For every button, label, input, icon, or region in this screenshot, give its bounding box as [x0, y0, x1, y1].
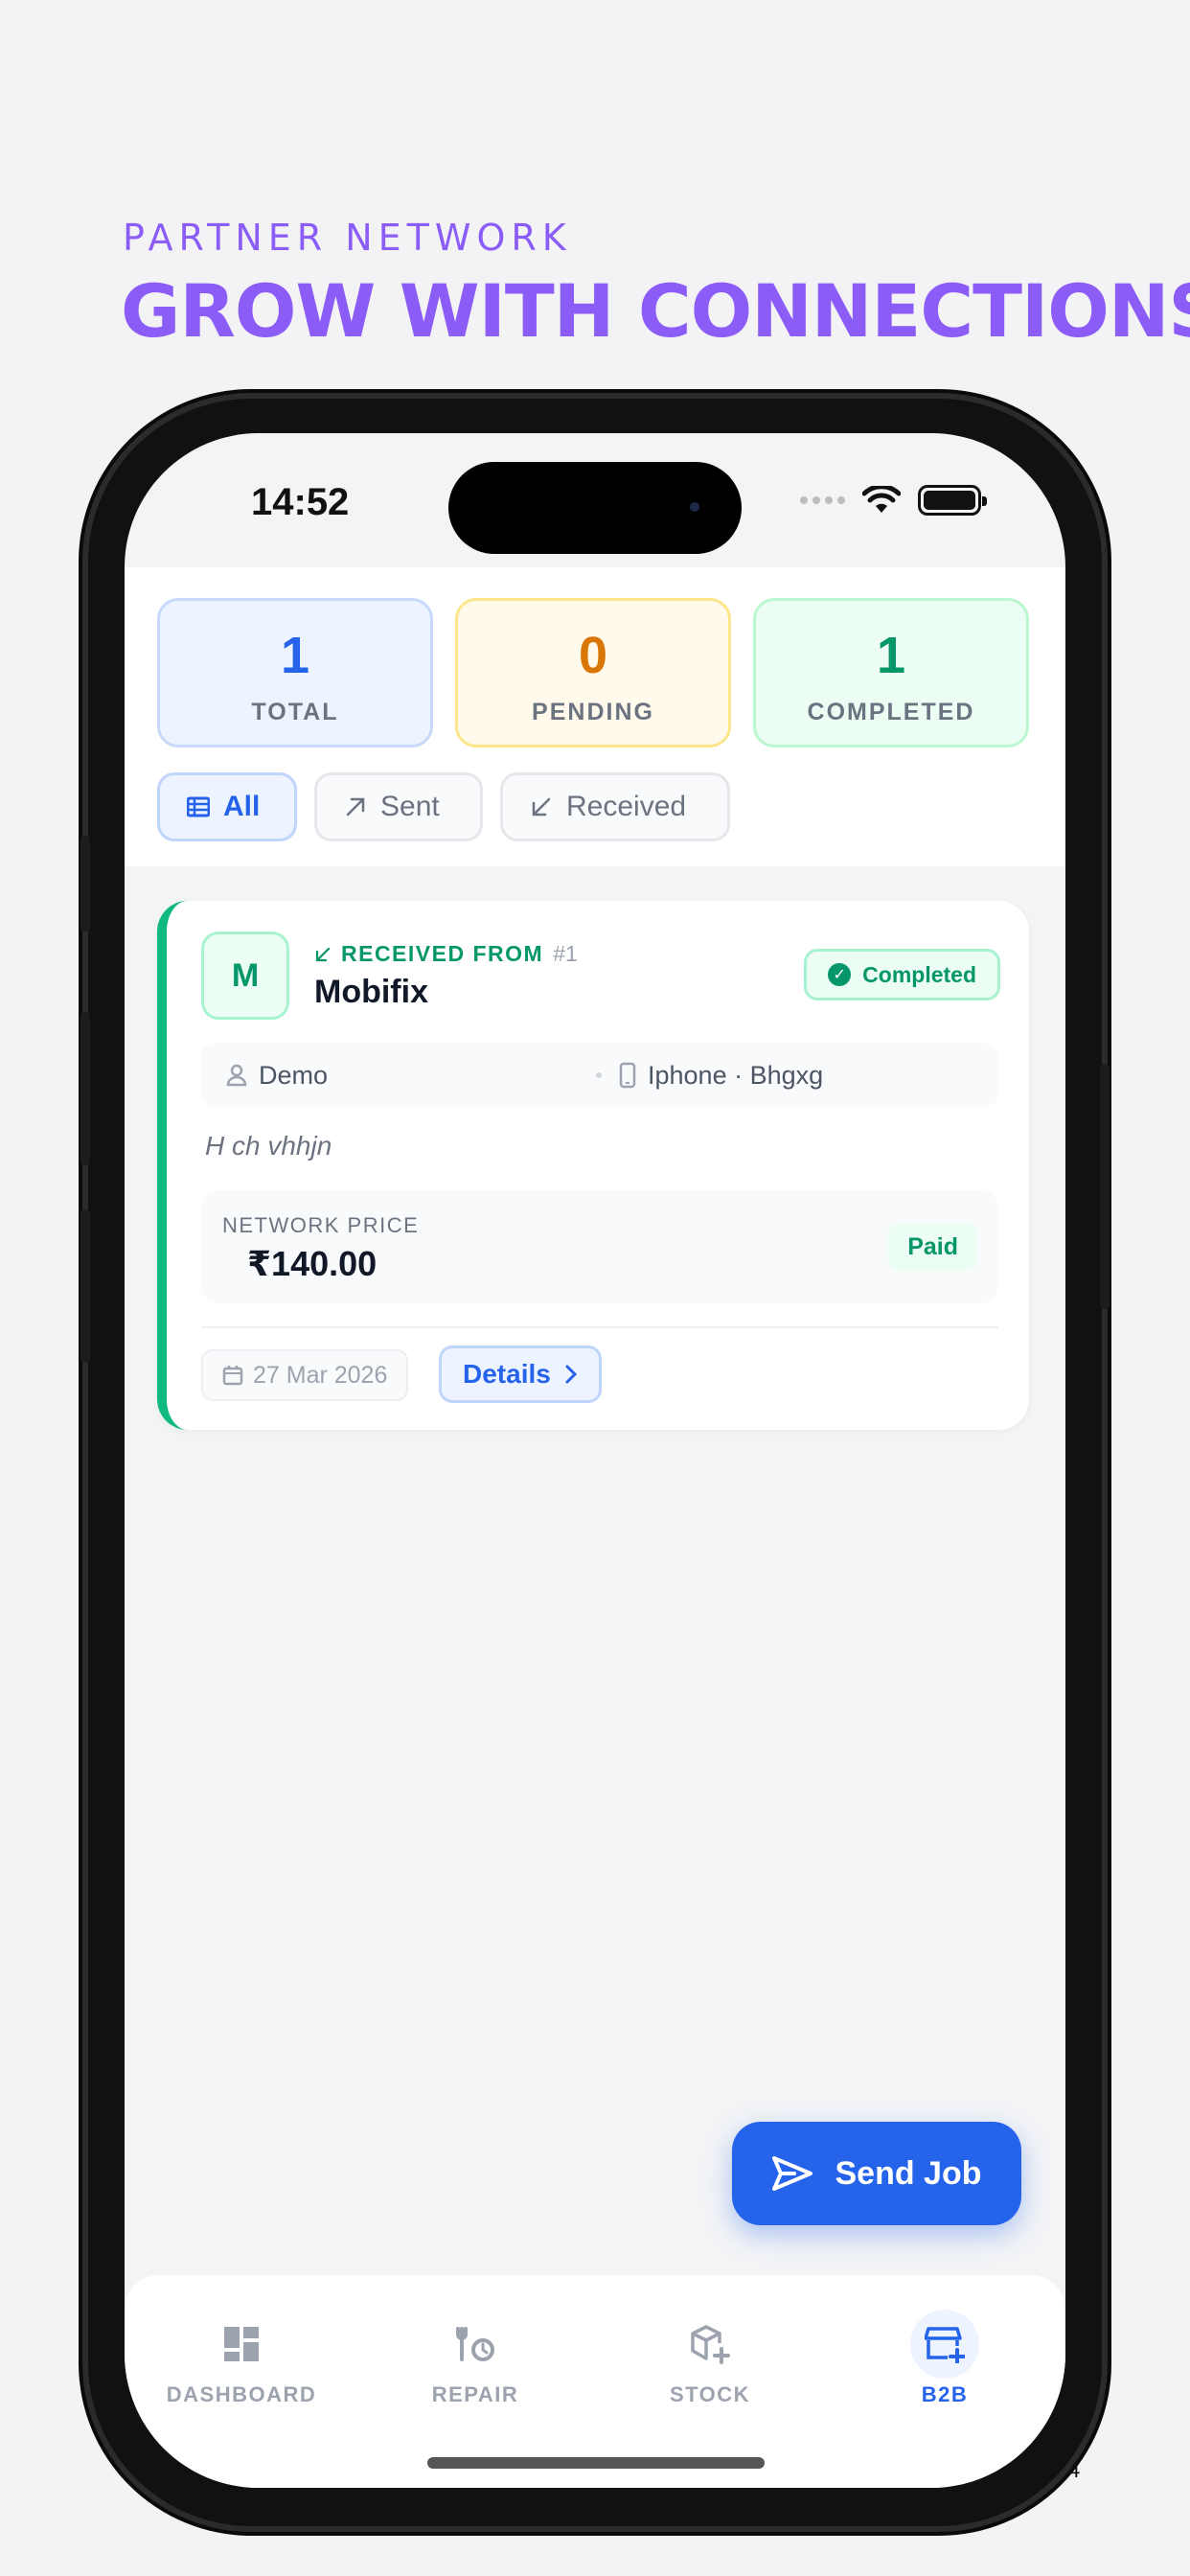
phone-volume-down [80, 1209, 90, 1363]
phone-icon [619, 1062, 636, 1089]
stat-total-label: TOTAL [251, 699, 339, 725]
status-icons [800, 485, 987, 516]
device-info: Iphone · Bhgxg [619, 1061, 823, 1091]
cellular-signal-icon [800, 496, 845, 504]
direction-label: RECEIVED FROM [341, 941, 544, 966]
chevron-right-icon [565, 1365, 577, 1384]
filter-sent-label: Sent [380, 791, 440, 822]
partner-name: Mobifix [314, 974, 428, 1010]
stat-pending-label: PENDING [532, 699, 654, 725]
stat-total-value: 1 [280, 627, 310, 684]
check-circle-icon: ✓ [828, 963, 852, 986]
status-time: 14:52 [251, 481, 350, 523]
dashboard-icon [224, 2327, 259, 2361]
arrow-down-left-icon [532, 797, 551, 816]
meta-separator [596, 1072, 602, 1078]
send-job-button[interactable]: Send Job [732, 2122, 1021, 2225]
phone-side-button [80, 836, 90, 932]
stat-completed-label: COMPLETED [807, 699, 975, 725]
list-icon [187, 796, 210, 817]
page-number: 4 [1067, 2457, 1081, 2483]
tab-dashboard[interactable]: DASHBOARD [146, 2310, 337, 2407]
stat-pending-value: 0 [578, 627, 608, 684]
filter-received[interactable]: Received [500, 772, 730, 841]
b2b-store-icon [925, 2327, 965, 2363]
send-icon [772, 2156, 813, 2191]
tab-stock-label: STOCK [669, 2382, 751, 2406]
app-screen: 14:52 1 TOTAL 0 PENDING 1 COMPLETED All … [125, 433, 1065, 2488]
job-direction: RECEIVED FROM #1 [314, 941, 578, 967]
stat-total[interactable]: 1 TOTAL [157, 598, 433, 748]
job-date-chip: 27 Mar 2026 [201, 1349, 409, 1401]
details-button[interactable]: Details [439, 1346, 602, 1403]
customer-name: Demo [259, 1060, 329, 1090]
calendar-icon [222, 1366, 243, 1386]
arrow-up-right-icon [346, 797, 365, 816]
customer-info: Demo [201, 1061, 596, 1091]
summary-panel: 1 TOTAL 0 PENDING 1 COMPLETED All Sent R… [125, 567, 1065, 866]
arrow-down-left-icon [315, 947, 331, 961]
dynamic-island [448, 462, 742, 554]
stat-completed-value: 1 [876, 627, 906, 684]
filter-sent[interactable]: Sent [314, 772, 483, 841]
filter-received-label: Received [566, 791, 687, 822]
price-value: ₹140.00 [247, 1244, 378, 1283]
job-card[interactable]: M RECEIVED FROM #1 Mobifix ✓ Completed D… [157, 901, 1029, 1430]
repair-icon [456, 2327, 494, 2361]
device-name: Iphone · Bhgxg [648, 1060, 824, 1090]
price-box: NETWORK PRICE ₹140.00 Paid [201, 1190, 998, 1303]
stat-pending[interactable]: 0 PENDING [455, 598, 731, 748]
user-icon [226, 1064, 247, 1087]
send-job-label: Send Job [835, 2154, 982, 2192]
partner-avatar: M [201, 932, 289, 1020]
tab-repair-label: REPAIR [431, 2382, 519, 2406]
filter-all-label: All [223, 791, 261, 822]
battery-icon [918, 485, 987, 516]
payment-status-badge: Paid [888, 1223, 977, 1271]
tab-dashboard-label: DASHBOARD [166, 2382, 317, 2406]
filter-all[interactable]: All [157, 772, 297, 841]
job-number: #1 [553, 941, 578, 966]
card-divider [201, 1326, 998, 1328]
job-note: H ch vhhjn [205, 1131, 332, 1161]
price-label: NETWORK PRICE [222, 1213, 420, 1237]
tab-repair[interactable]: REPAIR [379, 2310, 571, 2407]
eyebrow-text: PARTNER NETWORK [123, 217, 572, 259]
job-date: 27 Mar 2026 [253, 1361, 388, 1389]
bottom-tab-bar: DASHBOARD REPAIR STOCK B2B [125, 2275, 1065, 2488]
tab-b2b[interactable]: B2B [849, 2310, 1041, 2407]
stock-icon [691, 2325, 730, 2364]
status-label: Completed [862, 961, 976, 987]
tab-b2b-label: B2B [921, 2382, 969, 2406]
home-indicator[interactable] [427, 2457, 765, 2469]
tab-stock[interactable]: STOCK [614, 2310, 806, 2407]
phone-volume-up [80, 1012, 90, 1165]
wifi-icon [862, 486, 901, 513]
job-meta-row: Demo Iphone · Bhgxg [201, 1043, 998, 1108]
headline-text: GROW WITH CONNECTIONS [121, 268, 1190, 354]
details-label: Details [463, 1359, 551, 1389]
phone-power-button [1100, 1064, 1110, 1309]
status-badge: ✓ Completed [804, 949, 1000, 1000]
stat-completed[interactable]: 1 COMPLETED [753, 598, 1029, 748]
